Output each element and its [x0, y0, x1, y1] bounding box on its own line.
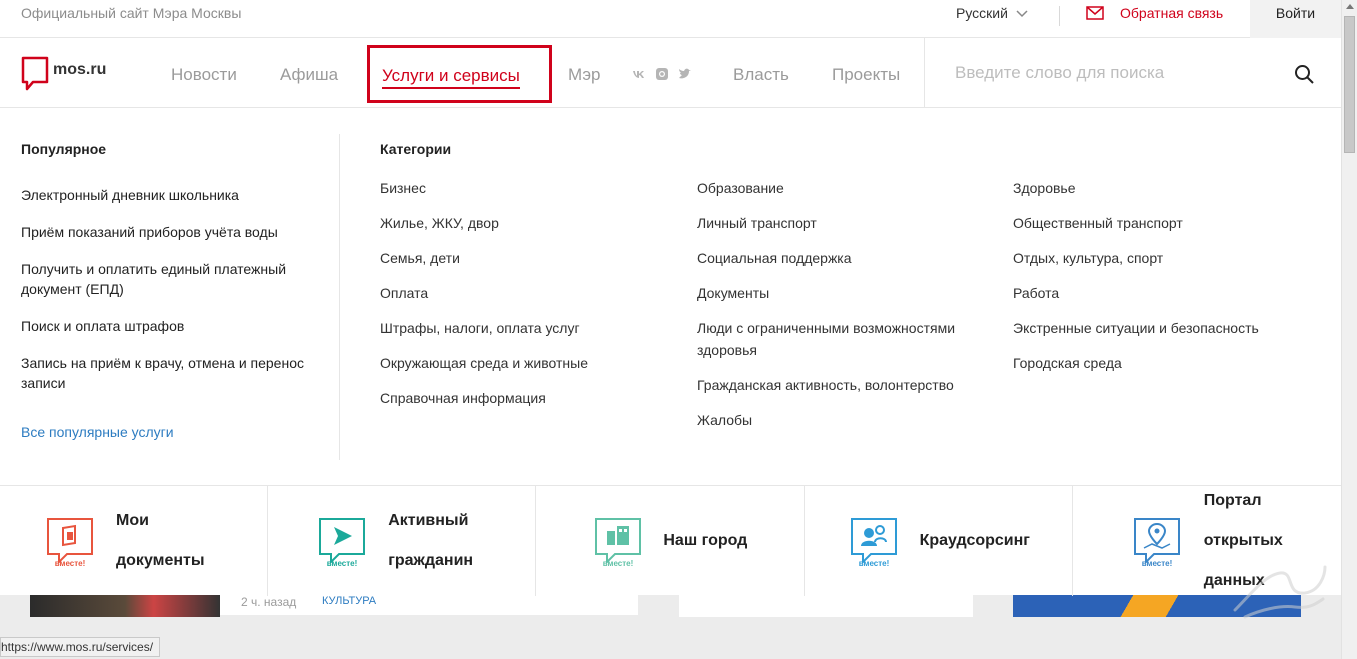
search-divider — [924, 38, 925, 108]
active-citizen-icon: вместе! — [319, 518, 366, 568]
category-item[interactable]: Документы — [697, 282, 987, 304]
nav-news[interactable]: Новости — [171, 65, 237, 85]
tile-label-line1: Мои — [116, 512, 149, 529]
tile-label-line1: Активный — [388, 512, 469, 529]
search-input[interactable] — [955, 63, 1275, 83]
services-dropdown: Популярное Электронный дневник школьника… — [0, 108, 1341, 485]
tile-badge: вместе! — [858, 559, 889, 568]
envelope-icon — [1086, 6, 1104, 20]
category-item[interactable]: Экстренные ситуации и безопасность — [1013, 317, 1313, 339]
category-item[interactable]: Образование — [697, 177, 987, 199]
popular-title: Популярное — [21, 141, 107, 157]
official-site-label: Официальный сайт Мэра Москвы — [21, 5, 242, 21]
tile-label-line1: Наш город — [663, 532, 748, 549]
category-item[interactable]: Работа — [1013, 282, 1313, 304]
feedback-link[interactable]: Обратная связь — [1086, 5, 1223, 21]
news-card[interactable]: 2 ч. назад КУЛЬТУРА — [220, 595, 638, 615]
popular-list: Электронный дневник школьника Приём пока… — [21, 185, 321, 410]
category-item[interactable]: Оплата — [380, 282, 680, 304]
nav-afisha[interactable]: Афиша — [280, 65, 338, 85]
category-item[interactable]: Бизнес — [380, 177, 680, 199]
instagram-icon[interactable] — [655, 67, 669, 81]
nav-services-highlight[interactable]: Услуги и сервисы — [367, 45, 552, 103]
tile-badge: вместе! — [327, 559, 358, 568]
main-navigation: mos.ru Новости Афиша Услуги и сервисы Мэ… — [0, 38, 1341, 108]
news-tag[interactable]: КУЛЬТУРА — [322, 595, 376, 607]
chevron-down-icon — [1016, 10, 1028, 18]
search-icon[interactable] — [1294, 64, 1315, 85]
tile-label-line1: Портал — [1203, 492, 1262, 509]
tile-active-citizen[interactable]: вместе! Активный гражданин — [268, 486, 537, 596]
category-item[interactable]: Жалобы — [697, 409, 987, 431]
documents-icon: вместе! — [47, 518, 93, 568]
categories-column-3: Здоровье Общественный транспорт Отдых, к… — [1013, 177, 1313, 387]
dropdown-divider — [339, 134, 340, 460]
nav-mayor[interactable]: Мэр — [568, 65, 600, 85]
categories-title: Категории — [380, 141, 452, 157]
services-strip: вместе! Мои документы вместе! Активный г… — [0, 485, 1341, 596]
vk-icon[interactable] — [632, 67, 646, 81]
watermark-logo-icon — [1233, 565, 1327, 619]
category-item[interactable]: Люди с ограниченными возможностями здоро… — [697, 317, 987, 361]
nav-projects[interactable]: Проекты — [832, 65, 900, 85]
twitter-icon[interactable] — [678, 67, 692, 81]
category-item[interactable]: Общественный транспорт — [1013, 212, 1313, 234]
logo-text: mos.ru — [53, 61, 107, 78]
category-item[interactable]: Окружающая среда и животные — [380, 352, 680, 374]
category-item[interactable]: Справочная информация — [380, 387, 680, 409]
our-city-icon: вместе! — [595, 518, 642, 568]
category-item[interactable]: Социальная поддержка — [697, 247, 987, 269]
popular-item[interactable]: Приём показаний приборов учёта воды — [21, 222, 321, 242]
tile-label-line2: гражданин — [388, 552, 474, 569]
tile-label-line1: Краудсорсинг — [919, 532, 1030, 549]
tile-my-documents[interactable]: вместе! Мои документы — [0, 486, 269, 596]
tile-our-city[interactable]: вместе! Наш город — [536, 486, 805, 596]
category-item[interactable]: Штрафы, налоги, оплата услуг — [380, 317, 680, 339]
tile-crowdsourcing[interactable]: вместе! Краудсорсинг — [805, 486, 1073, 596]
category-item[interactable]: Здоровье — [1013, 177, 1313, 199]
popular-item[interactable]: Поиск и оплата штрафов — [21, 316, 321, 336]
site-logo[interactable]: mos.ru — [21, 56, 106, 92]
open-data-icon: вместе! — [1133, 518, 1180, 568]
topbar-divider — [1059, 6, 1060, 26]
scroll-up-arrow-icon[interactable] — [1346, 4, 1354, 9]
login-button[interactable]: Войти — [1250, 0, 1341, 38]
browser-status-bar: https://www.mos.ru/services/ — [0, 637, 161, 657]
popular-item[interactable]: Электронный дневник школьника — [21, 185, 321, 205]
news-time: 2 ч. назад — [241, 595, 297, 609]
categories-column-2: Образование Личный транспорт Социальная … — [697, 177, 987, 444]
all-popular-link[interactable]: Все популярные услуги — [21, 424, 174, 440]
scroll-thumb[interactable] — [1344, 16, 1355, 153]
tile-badge: вместе! — [1141, 559, 1172, 568]
nav-power[interactable]: Власть — [733, 65, 789, 85]
tile-label-line2: документы — [116, 552, 205, 569]
social-links — [632, 67, 692, 81]
logo-bubble-icon — [21, 56, 49, 91]
crowdsourcing-icon: вместе! — [850, 518, 897, 568]
popular-item[interactable]: Получить и оплатить единый платежный док… — [21, 259, 321, 299]
language-selector[interactable]: Русский — [956, 5, 1030, 21]
category-item[interactable]: Личный транспорт — [697, 212, 987, 234]
news-thumbnail[interactable] — [30, 595, 220, 617]
top-utility-bar: Официальный сайт Мэра Москвы Русский Обр… — [0, 0, 1341, 38]
category-item[interactable]: Семья, дети — [380, 247, 680, 269]
category-item[interactable]: Городская среда — [1013, 352, 1313, 374]
popular-item[interactable]: Запись на приём к врачу, отмена и перено… — [21, 353, 321, 393]
news-card[interactable] — [679, 595, 973, 617]
category-item[interactable]: Отдых, культура, спорт — [1013, 247, 1313, 269]
feedback-label: Обратная связь — [1120, 5, 1224, 21]
tile-badge: вместе! — [603, 559, 634, 568]
page-scrollbar[interactable] — [1341, 0, 1357, 659]
category-item[interactable]: Жилье, ЖКУ, двор — [380, 212, 680, 234]
categories-column-1: Бизнес Жилье, ЖКУ, двор Семья, дети Опла… — [380, 177, 680, 422]
language-label: Русский — [956, 5, 1008, 21]
category-item[interactable]: Гражданская активность, волонтерство — [697, 374, 987, 396]
nav-services[interactable]: Услуги и сервисы — [382, 66, 520, 89]
tile-badge: вместе! — [55, 559, 86, 568]
